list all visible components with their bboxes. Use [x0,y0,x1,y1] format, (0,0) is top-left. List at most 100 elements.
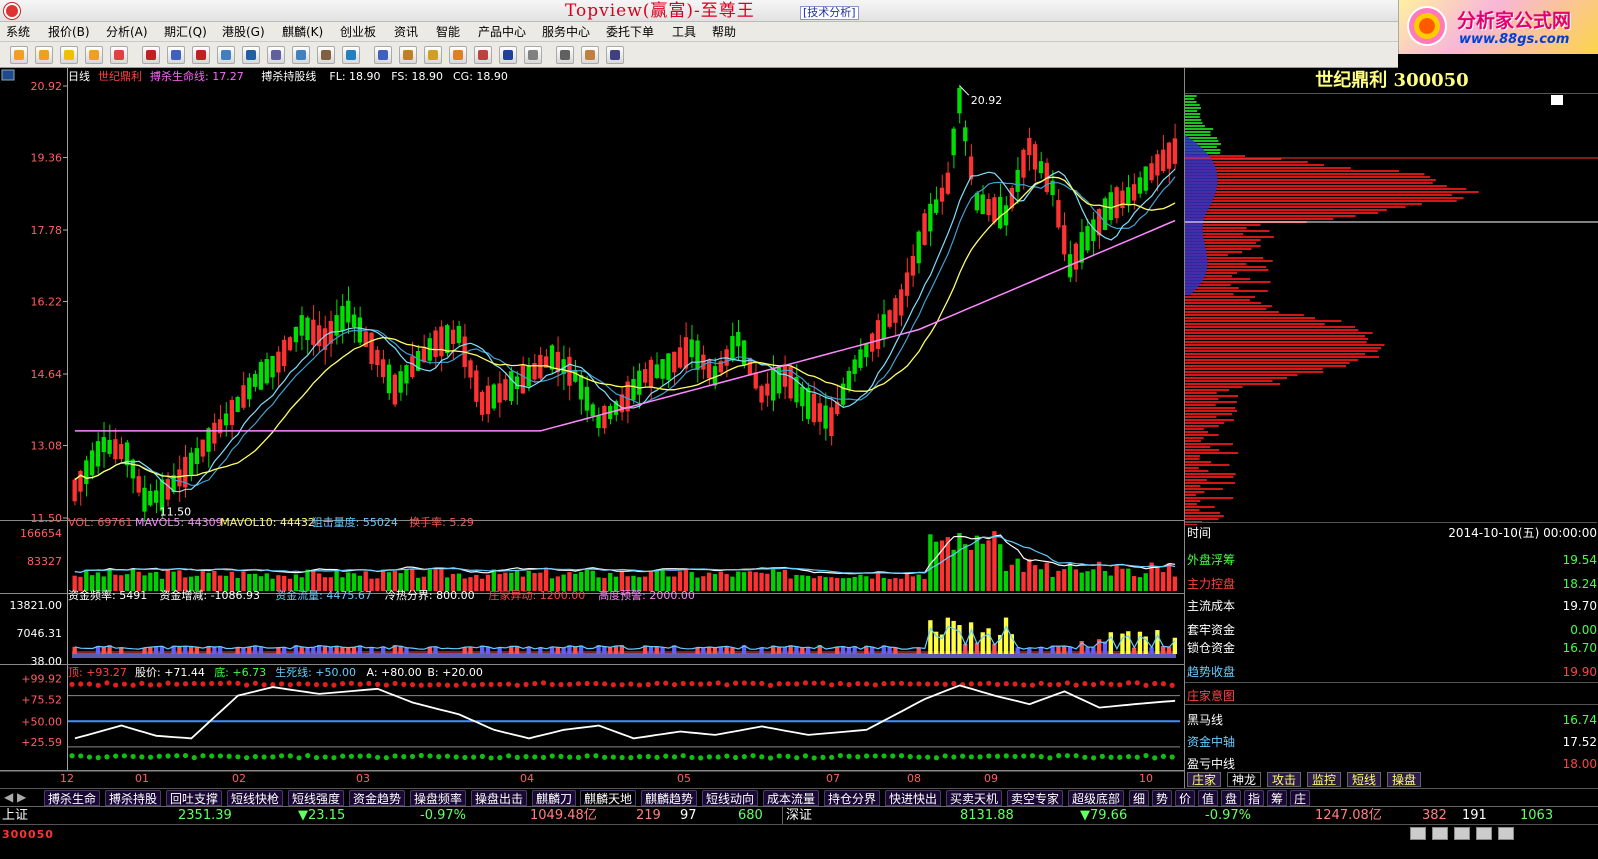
formula-tab[interactable]: 庄 [1290,790,1311,806]
tab-scroll-arrows-icon[interactable]: ◀ ▶ [4,790,26,804]
toolbar-tool-icon[interactable] [449,46,467,64]
formula-tab[interactable]: 短线动向 [702,790,759,806]
toolbar-tool-icon[interactable] [110,46,128,64]
volume-bar [800,575,805,591]
toolbar-tool-icon[interactable] [242,46,260,64]
fund-bar [730,647,735,654]
candle-body [509,371,514,402]
toolbar-tool-icon[interactable] [524,46,542,64]
menu-12[interactable]: 工具 [672,24,696,40]
tray-icon[interactable] [1498,827,1514,840]
volume-bar [1166,563,1172,591]
toolbar-tool-icon[interactable] [267,46,285,64]
candle-body [136,476,141,493]
candle-body [578,375,584,400]
formula-tab[interactable]: 持仓分界 [824,790,881,806]
vol-legend: 狙击量度: 55024 [312,515,398,529]
formula-tab[interactable]: 麒麟趋势 [641,790,698,806]
formula-tab[interactable]: 快进快出 [885,790,942,806]
side-tab[interactable]: 操盘 [1387,772,1422,787]
toolbar-tool-icon[interactable] [192,46,210,64]
panel-toggle-icon[interactable] [1,69,15,81]
formula-tab[interactable]: 细 [1129,790,1150,806]
menu-11[interactable]: 委托下单 [606,24,654,40]
menu-3[interactable]: 期汇(Q) [164,24,207,40]
formula-tab[interactable]: 搏杀生命 [44,790,101,806]
menu-6[interactable]: 创业板 [340,24,376,40]
menu-9[interactable]: 产品中心 [478,24,526,40]
app-logo-icon[interactable] [4,3,20,19]
toolbar-tool-icon[interactable] [60,46,78,64]
fund-bar [1155,630,1160,654]
candle-body [485,385,491,415]
menu-bar: 系统 报价(B) 分析(A) 期汇(Q) 港股(G) 麒麟(K) 创业板 资讯 智能 产品中心 服务… [0,22,1398,42]
formula-tab[interactable]: 成本流量 [763,790,820,806]
tray-icon[interactable] [1432,827,1448,840]
bottom-dot [706,754,713,760]
formula-tab[interactable]: 回吐支撑 [166,790,223,806]
menu-7[interactable]: 资讯 [394,24,418,40]
chart-area[interactable]: 20.92 19.36 17.78 16.22 14.64 13.08 11.50 20.92… [0,68,1184,788]
toolbar-tool-icon[interactable] [606,46,624,64]
formula-tab[interactable]: 操盘出击 [471,790,528,806]
formula-tab[interactable]: 麒麟天地 [580,790,637,806]
chip-bar [1185,170,1400,172]
formula-tab[interactable]: 买卖天机 [946,790,1003,806]
toolbar-tool-icon[interactable] [399,46,417,64]
formula-tab[interactable]: 资金趋势 [349,790,406,806]
sz-change: ▼79.66 [1080,808,1128,823]
menu-0[interactable]: 系统 [6,24,30,40]
formula-tab[interactable]: 卖空专家 [1007,790,1064,806]
volume-bar [270,578,275,591]
menu-4[interactable]: 港股(G) [222,24,265,40]
candle-body [1172,138,1177,164]
side-tab[interactable]: 攻击 [1267,772,1302,787]
formula-tab[interactable]: 筹 [1267,790,1288,806]
formula-tab[interactable]: 指 [1244,790,1265,806]
toolbar-tool-icon[interactable] [142,46,160,64]
chip-bar [1185,464,1230,466]
toolbar-tool-icon[interactable] [342,46,360,64]
toolbar-tool-icon[interactable] [317,46,335,64]
fund-bar [951,620,956,654]
formula-tab[interactable]: 麒麟刀 [532,790,577,806]
formula-tab[interactable]: 超级底部 [1068,790,1125,806]
toolbar-tool-icon[interactable] [10,46,28,64]
tray-icon[interactable] [1410,827,1426,840]
row-divider [1185,704,1598,705]
toolbar-tool-icon[interactable] [424,46,442,64]
side-tab[interactable]: 监控 [1307,772,1342,787]
menu-10[interactable]: 服务中心 [542,24,590,40]
sz-flat: 191 [1462,808,1487,823]
menu-13[interactable]: 帮助 [712,24,736,40]
chip-bar [1185,440,1201,442]
toolbar-tool-icon[interactable] [474,46,492,64]
formula-tab[interactable]: 盘 [1221,790,1242,806]
formula-tab[interactable]: 操盘频率 [410,790,467,806]
tray-icon[interactable] [1476,827,1492,840]
toolbar-tool-icon[interactable] [167,46,185,64]
menu-2[interactable]: 分析(A) [106,24,148,40]
side-tab[interactable]: 短线 [1347,772,1382,787]
tray-icon[interactable] [1454,827,1470,840]
toolbar-tool-icon[interactable] [35,46,53,64]
toolbar-tool-icon[interactable] [499,46,517,64]
bottom-dot [453,754,459,760]
toolbar-tool-icon[interactable] [374,46,392,64]
side-tab[interactable]: 神龙 [1227,772,1262,787]
side-tab[interactable]: 庄家 [1187,772,1222,787]
formula-tab[interactable]: 价 [1175,790,1196,806]
toolbar-tool-icon[interactable] [217,46,235,64]
menu-8[interactable]: 智能 [436,24,460,40]
formula-tab[interactable]: 搏杀持股 [105,790,162,806]
toolbar-tool-icon[interactable] [85,46,103,64]
formula-tab[interactable]: 短线强度 [288,790,345,806]
formula-tab[interactable]: 值 [1198,790,1219,806]
toolbar-tool-icon[interactable] [292,46,310,64]
menu-1[interactable]: 报价(B) [48,24,90,40]
toolbar-tool-icon[interactable] [556,46,574,64]
menu-5[interactable]: 麒麟(K) [282,24,323,40]
formula-tab[interactable]: 势 [1152,790,1173,806]
formula-tab[interactable]: 短线快枪 [227,790,284,806]
toolbar-tool-icon[interactable] [581,46,599,64]
